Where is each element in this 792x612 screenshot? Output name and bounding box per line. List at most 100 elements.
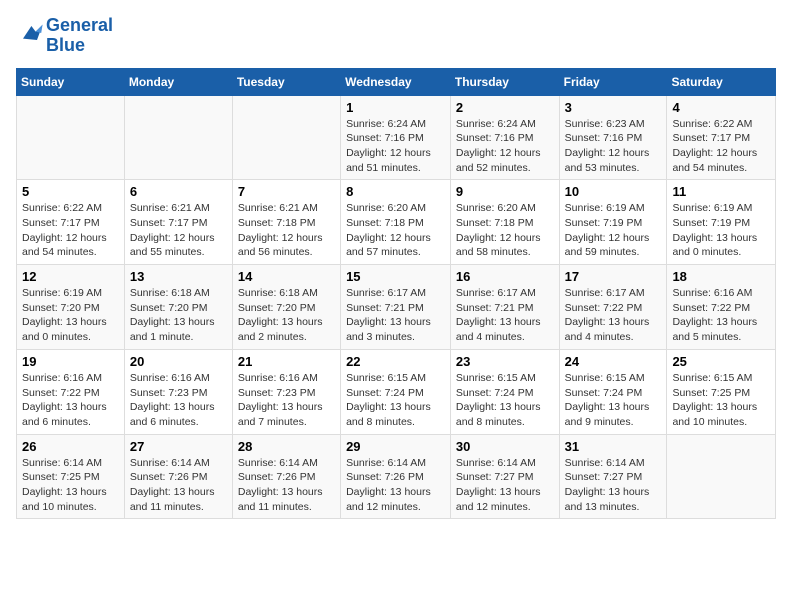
day-detail: Sunrise: 6:21 AM Sunset: 7:18 PM Dayligh… [238, 201, 335, 260]
day-detail: Sunrise: 6:16 AM Sunset: 7:22 PM Dayligh… [672, 286, 770, 345]
day-detail: Sunrise: 6:14 AM Sunset: 7:25 PM Dayligh… [22, 456, 119, 515]
calendar-cell: 23 Sunrise: 6:15 AM Sunset: 7:24 PM Dayli… [450, 349, 559, 434]
day-detail: Sunrise: 6:21 AM Sunset: 7:17 PM Dayligh… [130, 201, 227, 260]
day-number: 30 [456, 439, 554, 454]
weekday-header: Friday [559, 68, 667, 95]
calendar-cell: 6 Sunrise: 6:21 AM Sunset: 7:17 PM Daylig… [124, 180, 232, 265]
logo-icon [16, 19, 44, 47]
day-detail: Sunrise: 6:18 AM Sunset: 7:20 PM Dayligh… [238, 286, 335, 345]
calendar-week-row: 5 Sunrise: 6:22 AM Sunset: 7:17 PM Daylig… [17, 180, 776, 265]
calendar-cell: 13 Sunrise: 6:18 AM Sunset: 7:20 PM Dayli… [124, 265, 232, 350]
calendar-week-row: 12 Sunrise: 6:19 AM Sunset: 7:20 PM Dayli… [17, 265, 776, 350]
weekday-header: Tuesday [232, 68, 340, 95]
day-detail: Sunrise: 6:16 AM Sunset: 7:23 PM Dayligh… [130, 371, 227, 430]
day-detail: Sunrise: 6:24 AM Sunset: 7:16 PM Dayligh… [456, 117, 554, 176]
day-detail: Sunrise: 6:15 AM Sunset: 7:24 PM Dayligh… [456, 371, 554, 430]
day-number: 31 [565, 439, 662, 454]
day-number: 5 [22, 184, 119, 199]
weekday-header: Monday [124, 68, 232, 95]
day-number: 29 [346, 439, 445, 454]
day-detail: Sunrise: 6:20 AM Sunset: 7:18 PM Dayligh… [346, 201, 445, 260]
day-detail: Sunrise: 6:17 AM Sunset: 7:21 PM Dayligh… [456, 286, 554, 345]
day-detail: Sunrise: 6:15 AM Sunset: 7:24 PM Dayligh… [346, 371, 445, 430]
day-detail: Sunrise: 6:16 AM Sunset: 7:22 PM Dayligh… [22, 371, 119, 430]
calendar-week-row: 1 Sunrise: 6:24 AM Sunset: 7:16 PM Daylig… [17, 95, 776, 180]
calendar-week-row: 19Sunrise: 6:16 AM Sunset: 7:22 PM Dayli… [17, 349, 776, 434]
weekday-header: Sunday [17, 68, 125, 95]
day-number: 12 [22, 269, 119, 284]
weekday-header: Wednesday [341, 68, 451, 95]
day-detail: Sunrise: 6:23 AM Sunset: 7:16 PM Dayligh… [565, 117, 662, 176]
calendar-cell: 26Sunrise: 6:14 AM Sunset: 7:25 PM Dayli… [17, 434, 125, 519]
calendar-week-row: 26Sunrise: 6:14 AM Sunset: 7:25 PM Dayli… [17, 434, 776, 519]
day-number: 28 [238, 439, 335, 454]
day-number: 10 [565, 184, 662, 199]
calendar-cell: 15 Sunrise: 6:17 AM Sunset: 7:21 PM Dayli… [341, 265, 451, 350]
calendar-cell: 12 Sunrise: 6:19 AM Sunset: 7:20 PM Dayli… [17, 265, 125, 350]
page-header: General Blue [16, 16, 776, 56]
calendar-cell [232, 95, 340, 180]
day-number: 6 [130, 184, 227, 199]
calendar-cell: 10Sunrise: 6:19 AM Sunset: 7:19 PM Dayli… [559, 180, 667, 265]
day-detail: Sunrise: 6:18 AM Sunset: 7:20 PM Dayligh… [130, 286, 227, 345]
calendar-table: SundayMondayTuesdayWednesdayThursdayFrid… [16, 68, 776, 520]
calendar-cell: 31 Sunrise: 6:14 AM Sunset: 7:27 PM Dayli… [559, 434, 667, 519]
calendar-cell [17, 95, 125, 180]
day-number: 1 [346, 100, 445, 115]
calendar-cell: 25 Sunrise: 6:15 AM Sunset: 7:25 PM Dayli… [667, 349, 776, 434]
weekday-header: Saturday [667, 68, 776, 95]
day-number: 3 [565, 100, 662, 115]
calendar-cell [124, 95, 232, 180]
calendar-cell: 24 Sunrise: 6:15 AM Sunset: 7:24 PM Dayli… [559, 349, 667, 434]
day-detail: Sunrise: 6:14 AM Sunset: 7:27 PM Dayligh… [565, 456, 662, 515]
calendar-body: 1 Sunrise: 6:24 AM Sunset: 7:16 PM Daylig… [17, 95, 776, 519]
day-detail: Sunrise: 6:15 AM Sunset: 7:25 PM Dayligh… [672, 371, 770, 430]
day-number: 27 [130, 439, 227, 454]
calendar-cell: 2 Sunrise: 6:24 AM Sunset: 7:16 PM Daylig… [450, 95, 559, 180]
day-number: 13 [130, 269, 227, 284]
day-number: 22 [346, 354, 445, 369]
day-detail: Sunrise: 6:17 AM Sunset: 7:21 PM Dayligh… [346, 286, 445, 345]
calendar-cell: 22 Sunrise: 6:15 AM Sunset: 7:24 PM Dayli… [341, 349, 451, 434]
calendar-cell: 27 Sunrise: 6:14 AM Sunset: 7:26 PM Dayli… [124, 434, 232, 519]
logo-text-line1: General [46, 16, 113, 36]
day-detail: Sunrise: 6:19 AM Sunset: 7:19 PM Dayligh… [672, 201, 770, 260]
day-number: 25 [672, 354, 770, 369]
day-number: 15 [346, 269, 445, 284]
calendar-cell: 7 Sunrise: 6:21 AM Sunset: 7:18 PM Daylig… [232, 180, 340, 265]
calendar-cell: 11Sunrise: 6:19 AM Sunset: 7:19 PM Dayli… [667, 180, 776, 265]
day-detail: Sunrise: 6:15 AM Sunset: 7:24 PM Dayligh… [565, 371, 662, 430]
day-detail: Sunrise: 6:19 AM Sunset: 7:20 PM Dayligh… [22, 286, 119, 345]
calendar-cell: 1 Sunrise: 6:24 AM Sunset: 7:16 PM Daylig… [341, 95, 451, 180]
day-detail: Sunrise: 6:22 AM Sunset: 7:17 PM Dayligh… [22, 201, 119, 260]
calendar-cell: 4Sunrise: 6:22 AM Sunset: 7:17 PM Daylig… [667, 95, 776, 180]
day-number: 24 [565, 354, 662, 369]
day-number: 8 [346, 184, 445, 199]
calendar-cell: 21 Sunrise: 6:16 AM Sunset: 7:23 PM Dayli… [232, 349, 340, 434]
calendar-cell: 3 Sunrise: 6:23 AM Sunset: 7:16 PM Daylig… [559, 95, 667, 180]
day-number: 14 [238, 269, 335, 284]
calendar-cell: 30Sunrise: 6:14 AM Sunset: 7:27 PM Dayli… [450, 434, 559, 519]
calendar-cell: 8 Sunrise: 6:20 AM Sunset: 7:18 PM Daylig… [341, 180, 451, 265]
calendar-header: SundayMondayTuesdayWednesdayThursdayFrid… [17, 68, 776, 95]
calendar-cell: 29Sunrise: 6:14 AM Sunset: 7:26 PM Dayli… [341, 434, 451, 519]
day-detail: Sunrise: 6:20 AM Sunset: 7:18 PM Dayligh… [456, 201, 554, 260]
day-detail: Sunrise: 6:16 AM Sunset: 7:23 PM Dayligh… [238, 371, 335, 430]
calendar-cell: 18Sunrise: 6:16 AM Sunset: 7:22 PM Dayli… [667, 265, 776, 350]
day-number: 7 [238, 184, 335, 199]
calendar-cell: 20 Sunrise: 6:16 AM Sunset: 7:23 PM Dayli… [124, 349, 232, 434]
header-row: SundayMondayTuesdayWednesdayThursdayFrid… [17, 68, 776, 95]
calendar-cell: 17Sunrise: 6:17 AM Sunset: 7:22 PM Dayli… [559, 265, 667, 350]
day-number: 16 [456, 269, 554, 284]
day-number: 20 [130, 354, 227, 369]
day-number: 9 [456, 184, 554, 199]
day-detail: Sunrise: 6:14 AM Sunset: 7:26 PM Dayligh… [130, 456, 227, 515]
calendar-cell: 28Sunrise: 6:14 AM Sunset: 7:26 PM Dayli… [232, 434, 340, 519]
day-number: 2 [456, 100, 554, 115]
day-detail: Sunrise: 6:22 AM Sunset: 7:17 PM Dayligh… [672, 117, 770, 176]
day-number: 23 [456, 354, 554, 369]
calendar-cell [667, 434, 776, 519]
day-detail: Sunrise: 6:24 AM Sunset: 7:16 PM Dayligh… [346, 117, 445, 176]
logo-text-line2: Blue [46, 36, 113, 56]
day-number: 21 [238, 354, 335, 369]
